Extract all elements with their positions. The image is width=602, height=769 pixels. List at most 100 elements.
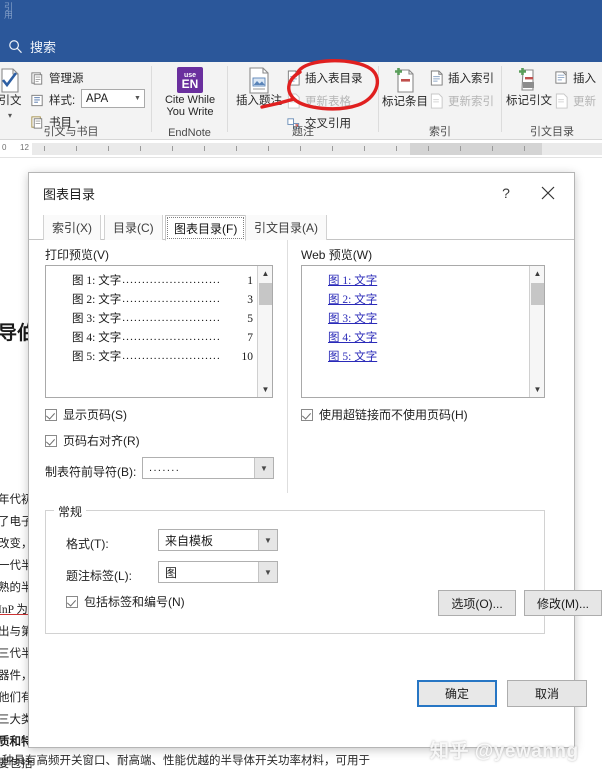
scrollbar-thumb[interactable] [259, 283, 272, 305]
show-page-numbers-checkbox[interactable]: 显示页码(S) [45, 406, 127, 423]
scroll-down-icon[interactable]: ▼ [258, 382, 272, 397]
ruler-tick [460, 146, 461, 151]
insert-citation-button[interactable]: 引文 ▾ [0, 68, 32, 122]
ruler-tick [300, 146, 301, 151]
ruler-tick [332, 146, 333, 151]
web-preview-link[interactable]: 图 3: 文字 [328, 313, 377, 325]
mark-citation-button[interactable]: 标记引文 [504, 67, 554, 108]
web-preview-link[interactable]: 图 1: 文字 [328, 275, 377, 287]
web-preview-link[interactable]: 图 4: 文字 [328, 332, 377, 344]
chevron-down-icon[interactable]: ▼ [131, 95, 144, 102]
checkbox-glyph[interactable] [45, 434, 57, 447]
ok-button[interactable]: 确定 [417, 680, 497, 707]
right-align-page-numbers-checkbox[interactable]: 页码右对齐(R) [45, 432, 140, 449]
mark-citation-icon [519, 68, 534, 91]
citation-style-label: 样式: [49, 95, 76, 107]
manage-sources-label: 管理源 [49, 73, 84, 85]
web-preview-link[interactable]: 图 2: 文字 [328, 294, 377, 306]
general-groupbox: 常规 格式(T): 来自模板 ▼ 题注标签(L): 图 ▼ 包括标签和编号(N)… [45, 503, 602, 634]
ruler-tick [172, 146, 173, 151]
ribbon: 引文 ▾ 管理源 样式: APA ▼ 书目 ▾ 引文与书目 use EN Cit… [0, 62, 602, 140]
insert-table-of-authorities-label: 插入 [573, 73, 596, 85]
citation-style-row[interactable]: 样式: [30, 92, 75, 108]
tab-toc[interactable]: 目录(C) [104, 215, 163, 240]
preview-page: 1 [247, 274, 253, 287]
horizontal-ruler[interactable]: 0 12 [0, 140, 602, 158]
chevron-down-icon[interactable]: ▼ [258, 530, 277, 550]
ruler-tick [268, 146, 269, 151]
search-placeholder: 搜索 [30, 40, 57, 55]
caption-label-dropdown[interactable]: 图 ▼ [158, 561, 278, 583]
web-preview-row[interactable]: 图 2: 文字 [302, 289, 529, 308]
update-table-of-authorities-icon [555, 93, 568, 109]
chevron-down-icon[interactable]: ▼ [254, 458, 273, 478]
insert-table-of-figures-button[interactable]: 插入表目录 [286, 70, 363, 86]
use-hyperlinks-checkbox[interactable]: 使用超链接而不使用页码(H) [301, 406, 468, 423]
web-preview-row[interactable]: 图 5: 文字 [302, 346, 529, 365]
print-preview-row: 图 3: 文字 ......................... 5 [46, 308, 257, 327]
scroll-down-icon[interactable]: ▼ [530, 382, 544, 397]
use-hyperlinks-label: 使用超链接而不使用页码(H) [319, 408, 468, 422]
tab-authorities[interactable]: 引文目录(A) [245, 215, 327, 240]
scroll-up-icon[interactable]: ▲ [258, 266, 272, 281]
web-preview-box[interactable]: 图 1: 文字 图 2: 文字 图 3: 文字 图 4: 文字 图 5: 文字 … [301, 265, 545, 398]
mark-entry-button[interactable]: 标记条目 [382, 67, 428, 109]
insert-table-of-authorities-button[interactable]: 插入 [554, 70, 596, 86]
cite-while-you-write-button[interactable]: use EN Cite While You Write [162, 67, 218, 118]
ruler-tick [140, 146, 141, 151]
insert-index-button[interactable]: 插入索引 [429, 70, 494, 86]
preview-page: 3 [247, 293, 253, 306]
general-groupbox-title: 常规 [54, 503, 87, 520]
print-preview-list: 图 1: 文字 ......................... 1 图 2:… [46, 270, 257, 365]
right-align-label: 页码右对齐(R) [63, 434, 140, 448]
insert-index-icon [430, 70, 443, 86]
chevron-down-icon[interactable]: ▼ [258, 562, 277, 582]
close-icon[interactable] [530, 179, 566, 207]
tab-leader-dropdown[interactable]: ....... ▼ [142, 457, 274, 479]
ruler-tick [204, 146, 205, 151]
checkbox-glyph[interactable] [301, 408, 313, 421]
scroll-up-icon[interactable]: ▲ [530, 266, 544, 281]
tab-leader-dots: ......................... [122, 292, 221, 305]
preview-caption: 图 4: 文字 [72, 331, 122, 344]
close-glyph [541, 186, 555, 200]
citation-style-dropdown[interactable]: APA ▼ [81, 89, 145, 108]
help-icon[interactable]: ? [494, 181, 518, 205]
chevron-down-icon[interactable]: ▾ [8, 109, 12, 122]
web-preview-row[interactable]: 图 1: 文字 [302, 270, 529, 289]
insert-caption-button[interactable]: 插入题注 [233, 67, 285, 108]
caption-label-label: 题注标签(L): [66, 569, 133, 583]
web-preview-link[interactable]: 图 5: 文字 [328, 351, 377, 363]
checkbox-glyph[interactable] [45, 408, 57, 421]
ribbon-group-label-endnote: EndNote [168, 127, 211, 139]
web-preview-list: 图 1: 文字 图 2: 文字 图 3: 文字 图 4: 文字 图 5: 文字 [302, 270, 529, 365]
checkbox-glyph[interactable] [66, 595, 78, 608]
scrollbar-thumb[interactable] [531, 283, 544, 305]
options-button[interactable]: 选项(O)... [438, 590, 516, 616]
search-box[interactable]: 搜索 [8, 37, 56, 56]
ribbon-group-label-authorities: 引文目录 [530, 126, 574, 138]
web-preview-label: Web 预览(W) [301, 248, 373, 262]
manage-sources-button[interactable]: 管理源 [30, 70, 84, 86]
insert-table-of-authorities-icon [555, 71, 567, 84]
tab-index[interactable]: 索引(X) [43, 215, 101, 240]
format-label: 格式(T): [66, 537, 109, 551]
insert-table-of-figures-label: 插入表目录 [305, 73, 363, 85]
format-dropdown[interactable]: 来自模板 ▼ [158, 529, 278, 551]
print-preview-scrollbar[interactable]: ▲ ▼ [257, 266, 272, 397]
include-label-number-checkbox[interactable]: 包括标签和编号(N) [66, 593, 185, 610]
web-preview-scrollbar[interactable]: ▲ ▼ [529, 266, 544, 397]
manage-sources-icon [31, 71, 43, 85]
mark-citation-label: 标记引文 [506, 95, 552, 107]
ribbon-group-citations: 引文 ▾ 管理源 样式: APA ▼ 书目 ▾ 引文与书目 [0, 62, 152, 140]
ruler-tick [524, 146, 525, 151]
cancel-button[interactable]: 取消 [507, 680, 587, 707]
style-icon [31, 94, 43, 106]
web-preview-row[interactable]: 图 3: 文字 [302, 308, 529, 327]
dialog-title: 图表目录 [43, 187, 96, 202]
tab-table-of-figures[interactable]: 图表目录(F) [165, 215, 247, 241]
print-preview-box[interactable]: 图 1: 文字 ......................... 1 图 2:… [45, 265, 273, 398]
modify-button[interactable]: 修改(M)... [524, 590, 602, 616]
cite-while-you-write-label: Cite While You Write [164, 94, 216, 118]
web-preview-row[interactable]: 图 4: 文字 [302, 327, 529, 346]
